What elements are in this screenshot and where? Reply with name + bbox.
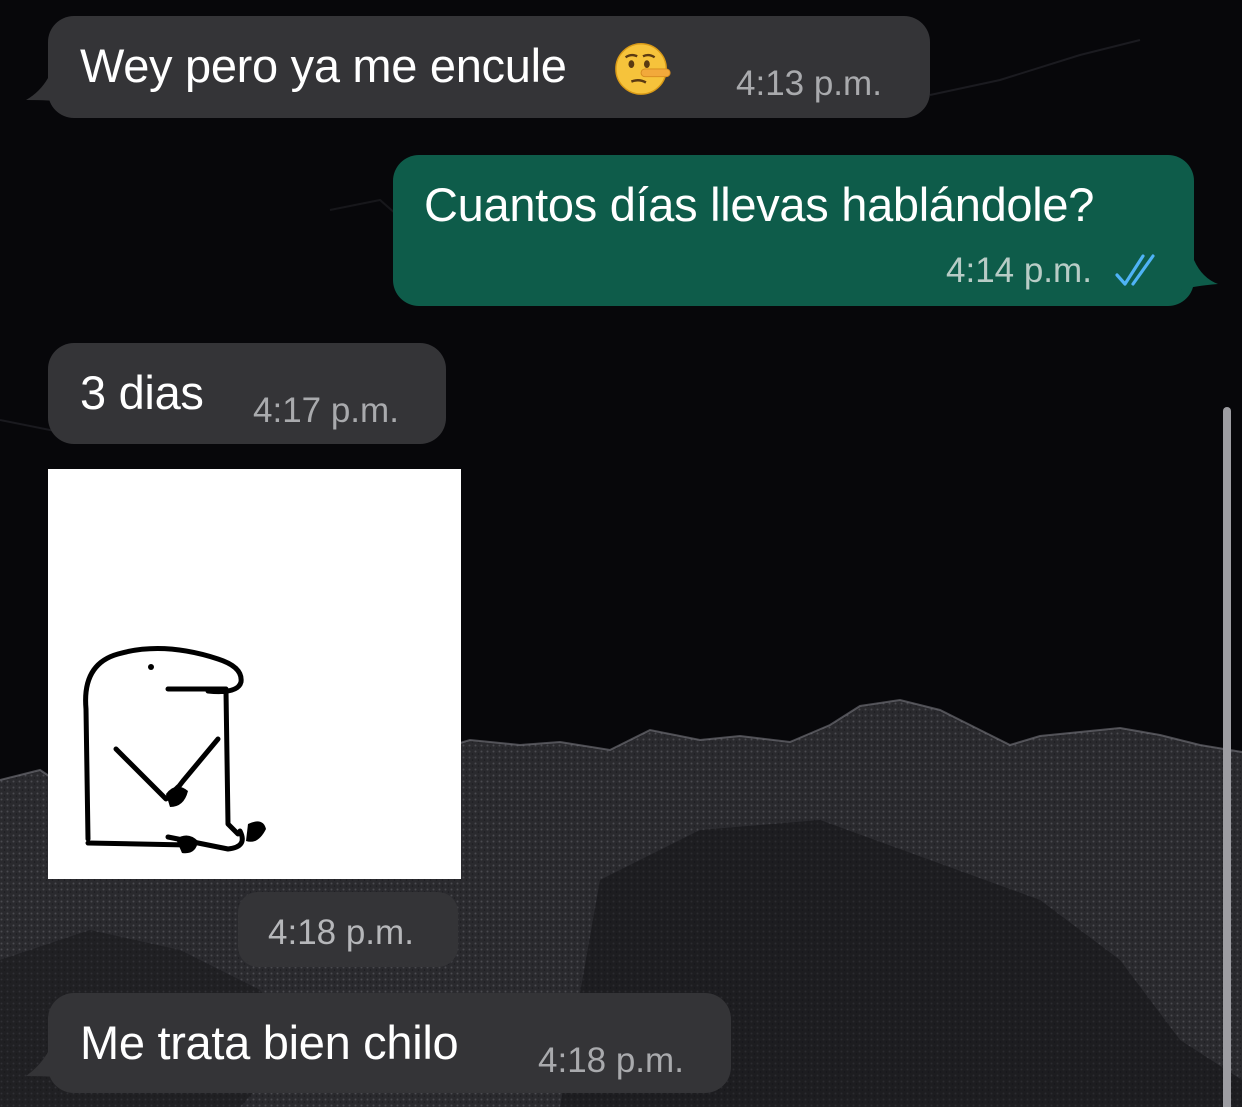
- flork-sitting-sticker[interactable]: [48, 469, 461, 879]
- bubble-tail: [26, 1052, 62, 1078]
- chat-screen: Wey pero ya me encule 4:13 p.m. Cuantos …: [0, 0, 1242, 1107]
- message-timestamp: 4:13 p.m.: [736, 64, 882, 103]
- lying-face-emoji: [615, 43, 671, 95]
- message-text: Wey pero ya me encule: [80, 39, 567, 92]
- message-text: Me trata bien chilo: [80, 1016, 459, 1069]
- message-text: 3 dias: [80, 366, 204, 419]
- bubble-tail: [1180, 260, 1218, 290]
- incoming-message-bubble[interactable]: Wey pero ya me encule 4:13 p.m.: [48, 16, 930, 118]
- sticker-timestamp-pill: 4:18 p.m.: [238, 892, 458, 967]
- incoming-message-bubble[interactable]: Me trata bien chilo 4:18 p.m.: [48, 993, 731, 1093]
- incoming-message-bubble[interactable]: 3 dias 4:17 p.m.: [48, 343, 446, 444]
- sticker-drawing: [83, 646, 266, 854]
- bubble-tail: [26, 78, 62, 102]
- scrollbar[interactable]: [1223, 407, 1231, 1107]
- message-text: Cuantos días llevas hablándole?: [424, 178, 1095, 231]
- message-timestamp: 4:18 p.m.: [538, 1041, 684, 1080]
- read-receipt-icon: [1115, 254, 1155, 286]
- message-timestamp: 4:14 p.m.: [946, 251, 1092, 290]
- outgoing-message-bubble[interactable]: Cuantos días llevas hablándole? 4:14 p.m…: [393, 155, 1194, 306]
- message-timestamp: 4:18 p.m.: [268, 913, 414, 952]
- message-timestamp: 4:17 p.m.: [253, 391, 399, 430]
